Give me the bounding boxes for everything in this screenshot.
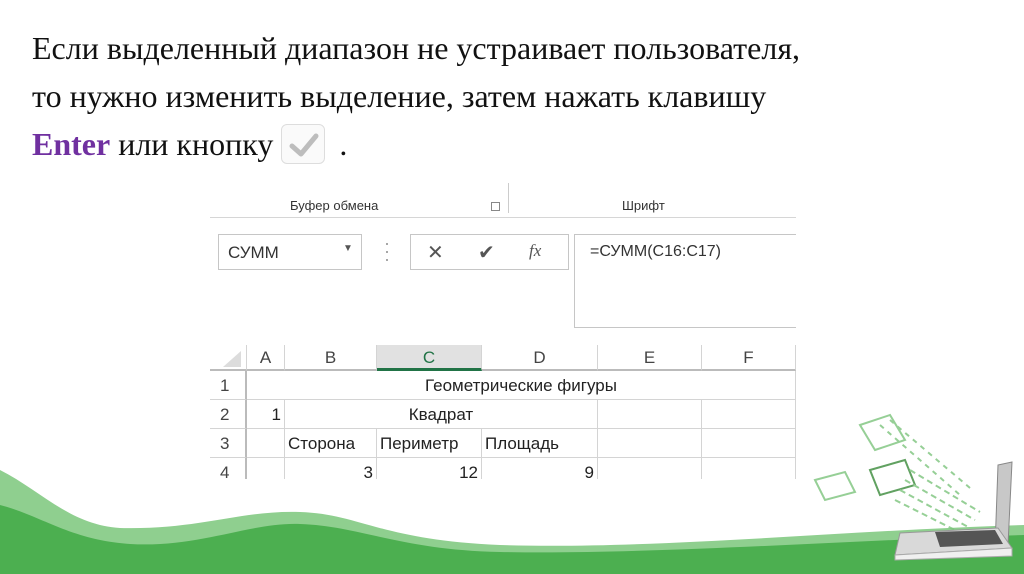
green-wave-decoration [0, 413, 1024, 574]
envelopes-icon [813, 413, 981, 536]
